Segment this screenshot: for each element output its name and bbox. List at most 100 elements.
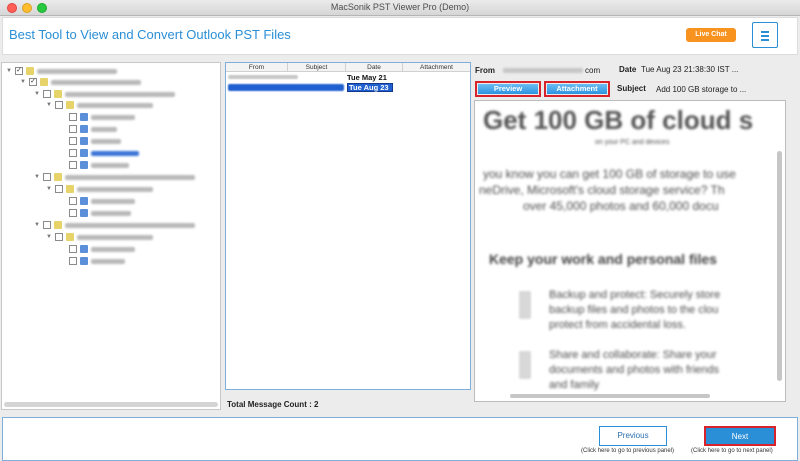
expand-arrow-icon xyxy=(60,210,66,216)
tree-node[interactable] xyxy=(60,124,117,134)
expand-arrow-icon[interactable]: ▼ xyxy=(46,234,52,240)
column-subject[interactable]: Subject xyxy=(288,63,346,71)
tree-checkbox[interactable] xyxy=(69,113,77,121)
preview-button-label: Preview xyxy=(478,84,538,94)
preview-vertical-scrollbar[interactable] xyxy=(777,151,782,381)
hamburger-icon-line xyxy=(761,35,769,37)
preview-headline: Get 100 GB of cloud s xyxy=(483,105,754,135)
next-hint: (Click here to go to next panel) xyxy=(691,448,773,454)
tree-node[interactable]: ▼ xyxy=(46,100,153,110)
folder-icon xyxy=(66,101,74,109)
mail-folder-icon xyxy=(80,197,88,205)
preview-bullet-1a: Backup and protect: Securely store xyxy=(549,289,721,301)
tree-node[interactable]: ▼ xyxy=(34,89,175,99)
mail-folder-icon xyxy=(80,161,88,169)
preview-bullet-1b: backup files and photos to the clou xyxy=(549,304,719,316)
preview-bullet-2b: documents and photos with friends xyxy=(549,364,719,376)
tree-node[interactable]: ▼ xyxy=(46,232,153,242)
tree-checkbox[interactable]: ✓ xyxy=(15,67,23,75)
tree-checkbox[interactable] xyxy=(69,245,77,253)
message-list-header: From Subject Date Attachment xyxy=(226,63,470,72)
message-row-selected[interactable]: Tue Aug 23 xyxy=(226,83,470,92)
mail-folder-icon xyxy=(80,245,88,253)
tree-checkbox[interactable] xyxy=(43,221,51,229)
tree-label-blurred xyxy=(65,174,195,180)
tree-node-root[interactable]: ▼ ✓ xyxy=(6,66,117,76)
tree-checkbox[interactable] xyxy=(69,161,77,169)
tree-checkbox[interactable] xyxy=(55,185,63,193)
folder-icon xyxy=(66,233,74,241)
message-row[interactable]: Tue May 21 xyxy=(226,73,470,82)
mail-folder-icon xyxy=(80,125,88,133)
next-button[interactable]: Next xyxy=(704,426,776,446)
tree-node[interactable]: ▼ xyxy=(34,172,195,182)
tree-checkbox[interactable] xyxy=(69,197,77,205)
tree-checkbox[interactable] xyxy=(69,149,77,157)
tree-checkbox[interactable] xyxy=(69,137,77,145)
expand-arrow-icon[interactable]: ▼ xyxy=(46,186,52,192)
email-preview-pane[interactable]: Get 100 GB of cloud s on your PC and dev… xyxy=(474,100,786,402)
attachment-button[interactable]: Attachment xyxy=(544,81,610,97)
tree-node-pst[interactable]: ▼ ✓ xyxy=(20,77,141,87)
expand-arrow-icon[interactable]: ▼ xyxy=(34,174,40,180)
hamburger-icon xyxy=(761,31,769,33)
folder-icon xyxy=(26,67,34,75)
date-value: Tue Aug 23 21:38:30 IST ... xyxy=(641,65,739,74)
hamburger-icon-line xyxy=(761,39,769,41)
preview-horizontal-scrollbar[interactable] xyxy=(510,394,710,398)
preview-section-title: Keep your work and personal files xyxy=(489,251,717,267)
tree-label-blurred xyxy=(65,222,195,228)
column-attachment[interactable]: Attachment xyxy=(403,63,470,71)
tree-label-blurred xyxy=(91,258,125,264)
mail-folder-icon xyxy=(80,137,88,145)
tree-checkbox[interactable] xyxy=(43,90,51,98)
tree-node[interactable] xyxy=(60,112,135,122)
mail-folder-icon xyxy=(80,149,88,157)
tree-checkbox[interactable] xyxy=(69,257,77,265)
previous-button[interactable]: Previous xyxy=(599,426,667,446)
tree-checkbox[interactable] xyxy=(43,173,51,181)
menu-button[interactable] xyxy=(752,22,778,48)
expand-arrow-icon xyxy=(60,198,66,204)
tree-node[interactable] xyxy=(60,244,135,254)
expand-arrow-icon[interactable]: ▼ xyxy=(34,222,40,228)
column-from[interactable]: From xyxy=(226,63,288,71)
preview-subheadline: on your PC and devices xyxy=(595,139,670,146)
previous-hint: (Click here to go to previous panel) xyxy=(581,448,675,454)
expand-arrow-icon[interactable]: ▼ xyxy=(20,79,26,85)
tree-horizontal-scrollbar[interactable] xyxy=(4,402,218,407)
tree-node[interactable] xyxy=(60,196,135,206)
tree-node[interactable] xyxy=(60,136,121,146)
expand-arrow-icon[interactable]: ▼ xyxy=(34,91,40,97)
expand-arrow-icon xyxy=(60,246,66,252)
expand-arrow-icon[interactable]: ▼ xyxy=(46,102,52,108)
folder-icon xyxy=(40,78,48,86)
tree-checkbox[interactable]: ✓ xyxy=(29,78,37,86)
expand-arrow-icon xyxy=(60,162,66,168)
tree-node[interactable]: ▼ xyxy=(46,184,153,194)
live-chat-button[interactable]: Live Chat xyxy=(686,28,736,42)
tree-node-selected[interactable] xyxy=(60,148,139,158)
tree-checkbox[interactable] xyxy=(69,209,77,217)
tree-label-blurred xyxy=(51,79,141,85)
preview-button[interactable]: Preview xyxy=(475,81,541,97)
message-list-panel[interactable]: From Subject Date Attachment Tue May 21 … xyxy=(225,62,471,390)
folder-icon xyxy=(54,173,62,181)
from-address-domain: com xyxy=(585,66,601,75)
tree-node[interactable] xyxy=(60,208,131,218)
expand-arrow-icon[interactable]: ▼ xyxy=(6,68,12,74)
tree-checkbox[interactable] xyxy=(69,125,77,133)
folder-tree-panel[interactable]: ▼ ✓ ▼ ✓ ▼ ▼ ▼ ▼ ▼ ▼ xyxy=(1,62,221,410)
footer-bar: Previous Next (Click here to go to previ… xyxy=(2,417,798,461)
tree-checkbox[interactable] xyxy=(55,101,63,109)
from-address-blurred xyxy=(503,68,583,73)
tree-node[interactable] xyxy=(60,256,125,266)
tree-label-blurred xyxy=(77,102,153,108)
folder-icon xyxy=(54,221,62,229)
tree-node[interactable]: ▼ xyxy=(34,220,195,230)
column-date[interactable]: Date xyxy=(346,63,403,71)
folder-icon xyxy=(66,185,74,193)
preview-paragraph-1: you know you can get 100 GB of storage t… xyxy=(483,167,736,181)
tree-checkbox[interactable] xyxy=(55,233,63,241)
tree-node[interactable] xyxy=(60,160,129,170)
